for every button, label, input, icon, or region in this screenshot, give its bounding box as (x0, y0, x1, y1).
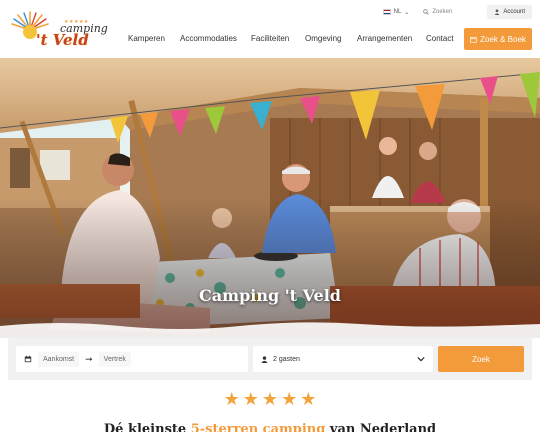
guests-value: 2 gasten (273, 355, 300, 363)
arrow-right-icon: ➞ (85, 353, 93, 364)
site-header: ★★★★★ camping 't Veld NL ⌄ Zoeken Accoun… (0, 0, 540, 58)
calendar-icon (24, 355, 32, 363)
search-placeholder: Zoeken (432, 9, 453, 15)
nav-item-omgeving[interactable]: Omgeving (305, 34, 357, 43)
star-icon: ★ (300, 389, 317, 409)
site-logo[interactable]: ★★★★★ camping 't Veld (8, 6, 108, 52)
star-icon: ★ (281, 389, 298, 409)
language-selector[interactable]: NL ⌄ (382, 9, 410, 16)
star-rating: ★ ★ ★ ★ ★ (0, 390, 540, 408)
tagline-prefix: Dé kleinste (103, 422, 191, 432)
zoek-boek-label: Zoek & Boek (480, 34, 526, 44)
zoek-boek-button[interactable]: Zoek & Boek (464, 28, 532, 50)
main-navigation: Kamperen Accommodaties Faciliteiten Omge… (128, 34, 460, 43)
nav-item-arrangementen[interactable]: Arrangementen (357, 34, 426, 43)
tagline-suffix: van Nederland (325, 422, 437, 432)
hero-image: Camping 't Veld (0, 58, 540, 338)
nav-item-contact[interactable]: Contact (426, 34, 460, 43)
booking-bar: Aankomst ➞ Vertrek 2 gasten Zoek (8, 338, 532, 380)
chevron-down-icon: ⌄ (404, 9, 410, 16)
calendar-icon (470, 36, 477, 43)
tagline-heading: Dé kleinste 5-sterren camping van Nederl… (0, 422, 540, 432)
nav-item-kamperen[interactable]: Kamperen (128, 34, 180, 43)
utility-bar: NL ⌄ Zoeken Account (382, 4, 532, 20)
search-submit-button[interactable]: Zoek (438, 346, 524, 372)
search-icon (423, 9, 430, 15)
logo-text-veld: 't Veld (36, 31, 89, 49)
guests-select[interactable]: 2 gasten (253, 346, 433, 372)
star-icon: ★ (242, 389, 259, 409)
account-label: Account (503, 9, 525, 15)
user-icon (494, 9, 500, 15)
star-icon: ★ (261, 389, 279, 409)
nav-item-accommodaties[interactable]: Accommodaties (180, 34, 251, 43)
star-icon: ★ (223, 389, 240, 409)
hero-title: Camping 't Veld (199, 286, 341, 305)
header-search[interactable]: Zoeken (419, 7, 477, 17)
netherlands-flag-icon (382, 9, 391, 15)
arrival-field[interactable]: Aankomst (38, 351, 80, 367)
nav-item-faciliteiten[interactable]: Faciliteiten (251, 34, 305, 43)
language-label: NL (393, 9, 402, 15)
user-icon (261, 355, 268, 363)
account-button[interactable]: Account (487, 5, 532, 19)
date-range-field[interactable]: Aankomst ➞ Vertrek (16, 346, 248, 372)
tagline-accent: 5-sterren camping (190, 422, 326, 432)
departure-field[interactable]: Vertrek (98, 351, 131, 367)
chevron-down-icon (417, 356, 425, 362)
